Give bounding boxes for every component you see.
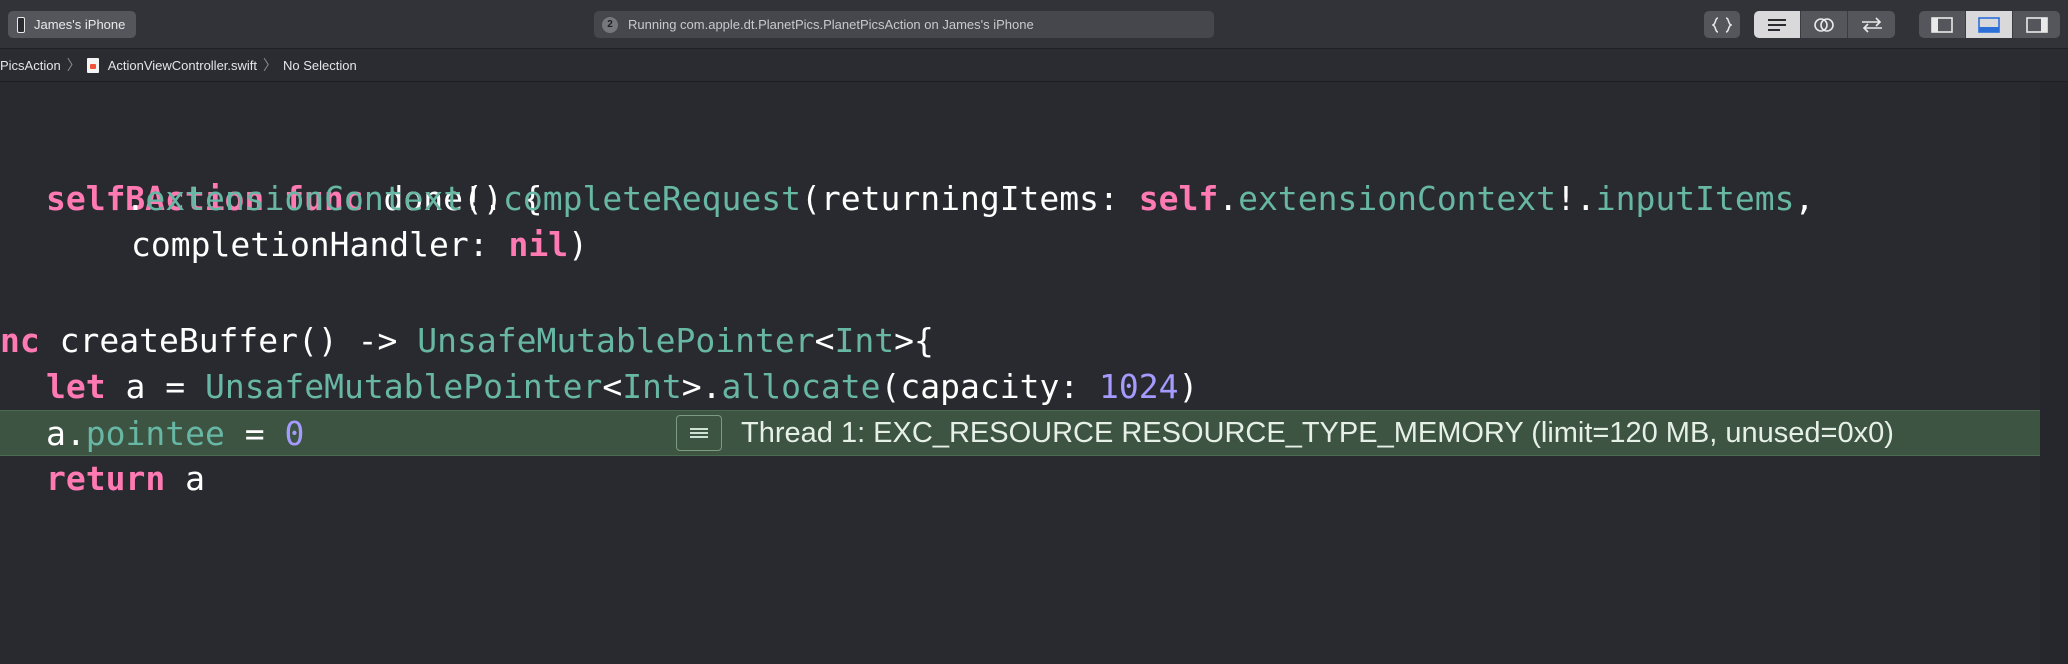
code-keyword: nc: [0, 321, 40, 360]
code-keyword: self: [1138, 179, 1219, 218]
inspector-toggle-icon[interactable]: [2013, 11, 2060, 38]
code-punct: ): [568, 225, 588, 264]
activity-viewer: 2 Running com.apple.dt.PlanetPics.Planet…: [594, 11, 1214, 38]
braces-icon[interactable]: [1704, 11, 1740, 38]
code-text: createBuffer() ->: [39, 321, 418, 360]
code-punct: !.: [463, 179, 503, 218]
code-number: 1024: [1099, 367, 1179, 406]
braces-icon-glyph: [1712, 16, 1732, 33]
code-type: UnsafeMutablePointer: [204, 367, 603, 406]
code-keyword: self: [46, 179, 126, 218]
activity-count-badge[interactable]: 2: [602, 16, 618, 33]
error-highlighted-line: a.pointee = 0 Thread 1: EXC_RESOURCE RES…: [0, 410, 2040, 456]
code-punct: >{: [894, 321, 934, 360]
chevron-right-icon: 〉: [66, 57, 81, 73]
debug-area-toggle-icon[interactable]: [1966, 11, 2013, 38]
thread-stop-icon[interactable]: [676, 415, 722, 451]
editor-mode-group: [1754, 11, 1895, 38]
chevron-right-icon: 〉: [263, 57, 278, 73]
code-line: BAction func done() {: [0, 130, 2040, 218]
toolbar: James's iPhone 2 Running com.apple.dt.Pl…: [0, 0, 2068, 49]
assistant-editor-icon[interactable]: [1801, 11, 1848, 38]
code-punct: >.: [681, 367, 722, 406]
run-destination-selector[interactable]: James's iPhone: [8, 11, 136, 38]
version-editor-icon[interactable]: [1848, 11, 1895, 38]
code-text: (capacity:: [880, 367, 1100, 406]
error-annotation[interactable]: Thread 1: EXC_RESOURCE RESOURCE_TYPE_MEM…: [676, 414, 1894, 452]
code-method: completeRequest: [503, 179, 802, 218]
code-keyword: let: [46, 367, 106, 406]
breadcrumb-symbol[interactable]: No Selection: [283, 58, 357, 73]
code-number: 0: [284, 414, 305, 453]
code-property: pointee: [85, 414, 225, 453]
code-punct: .: [1218, 179, 1239, 218]
vertical-scrollbar[interactable]: [2040, 82, 2068, 664]
code-property: inputItems: [1595, 179, 1795, 218]
code-text: =: [224, 414, 285, 453]
code-type: Int: [834, 321, 895, 360]
code-punct: !.: [1556, 179, 1596, 218]
error-message: Thread 1: EXC_RESOURCE RESOURCE_TYPE_MEM…: [741, 417, 1894, 449]
standard-editor-icon[interactable]: [1754, 11, 1801, 38]
code-type: Int: [622, 367, 682, 406]
code-line: self.extensionContext!.completeRequest(r…: [0, 176, 2040, 222]
run-destination-label: James's iPhone: [34, 17, 126, 32]
code-line: nc createBuffer() -> UnsafeMutablePointe…: [0, 318, 2040, 364]
breadcrumb-file[interactable]: ActionViewController.swift: [108, 58, 257, 73]
source-editor[interactable]: BAction func done() { self.extensionCont…: [0, 82, 2040, 664]
code-line: return a: [0, 456, 2040, 502]
code-line: let a = UnsafeMutablePointer<Int>.alloca…: [0, 364, 2040, 410]
code-property: extensionContext: [1238, 179, 1557, 218]
panel-toggle-group: [1919, 11, 2060, 38]
jump-bar: PicsAction 〉 ActionViewController.swift …: [0, 49, 2068, 82]
code-punct: <: [814, 321, 835, 360]
code-text: (returningItems:: [801, 179, 1139, 218]
code-punct: <: [602, 367, 623, 406]
code-line: completionHandler: nil): [0, 222, 2040, 268]
code-type: UnsafeMutablePointer: [417, 321, 815, 360]
code-property: extensionContext: [145, 179, 464, 218]
code-text: a =: [105, 367, 205, 406]
code-punct: .: [125, 179, 146, 218]
code-text: a.: [46, 414, 86, 453]
code-punct: ,: [1794, 179, 1815, 218]
breadcrumb-target[interactable]: PicsAction: [0, 58, 61, 73]
code-punct: ): [1178, 367, 1199, 406]
code-text: a: [165, 459, 205, 498]
code-text: completionHandler:: [131, 225, 509, 264]
code-keyword: nil: [508, 225, 569, 264]
code-method: allocate: [721, 367, 881, 406]
activity-status-text: Running com.apple.dt.PlanetPics.PlanetPi…: [628, 17, 1034, 32]
code-keyword: return: [46, 459, 166, 498]
navigator-toggle-icon[interactable]: [1919, 11, 1966, 38]
iphone-icon: [17, 16, 25, 33]
swift-file-icon: [86, 57, 99, 73]
